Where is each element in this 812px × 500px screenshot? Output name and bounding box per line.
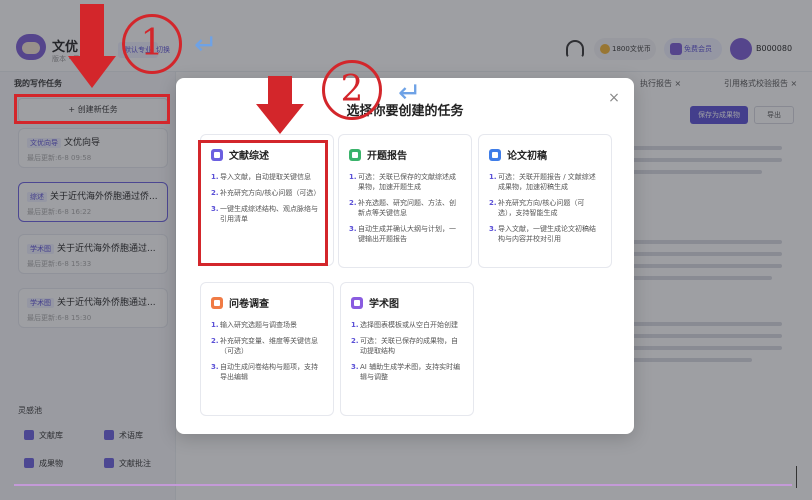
task-option-draft[interactable]: 论文初稿 1. 可选：关联开题报告 / 文献综述成果物，加速初稿生成 2. 补充研究… <box>478 134 612 268</box>
draft-icon <box>489 148 501 161</box>
close-icon[interactable]: × <box>604 88 624 108</box>
card-step: 选择图表模板或从空白开始创建 <box>360 321 458 329</box>
card-step: 补充研究方向/核心问题（可选），支持智能生成 <box>498 199 585 217</box>
card-title: 问卷调查 <box>229 299 269 310</box>
card-title: 论文初稿 <box>507 151 547 162</box>
card-step: 可选：关联已保存的成果物，自动提取结构 <box>360 337 458 355</box>
arrow-one-shaft <box>80 4 104 58</box>
card-title: 开题报告 <box>367 151 407 162</box>
arrow-two-shaft <box>268 76 292 106</box>
card-step: 自动生成并确认大纲与计划，一键输出开题报告 <box>358 225 456 243</box>
proposal-icon <box>349 148 361 161</box>
card-step: AI 辅助生成学术图，支持实时编辑与调整 <box>360 363 461 381</box>
step-one-marker: 1 <box>122 14 182 74</box>
return-arrow-icon: ↵ <box>194 28 218 61</box>
academic-chart-icon <box>351 296 363 309</box>
card-step: 补充选题、研究问题、方法、创新点等关键信息 <box>358 199 456 217</box>
task-option-proposal[interactable]: 开题报告 1. 可选：关联已保存的文献综述成果物，加速开题生成 2. 补充选题、研究… <box>338 134 472 268</box>
card-title: 学术图 <box>369 299 399 310</box>
card-step: 可选：关联开题报告 / 文献综述成果物，加速初稿生成 <box>498 173 596 191</box>
create-button-highlight <box>14 94 170 124</box>
return-arrow-icon: ↵ <box>398 76 422 109</box>
bottom-divider <box>14 484 792 486</box>
card-step: 输入研究选题与调查场景 <box>220 321 297 329</box>
literature-card-highlight <box>198 140 328 266</box>
survey-icon <box>211 296 223 309</box>
card-step: 可选：关联已保存的文献综述成果物，加速开题生成 <box>358 173 456 191</box>
task-option-survey[interactable]: 问卷调查 1. 输入研究选题与调查场景 2. 补充研究变量、维度等关键信息（可选） … <box>200 282 334 416</box>
arrow-down-icon <box>256 104 304 134</box>
step-two-marker: 2 <box>322 60 382 120</box>
card-step: 补充研究变量、维度等关键信息（可选） <box>220 337 318 355</box>
arrow-down-icon <box>68 56 116 88</box>
card-step: 导入文献，一键生成论文初稿结构与内容并校对引用 <box>498 225 596 243</box>
card-step: 自动生成问卷结构与题项，支持导出编辑 <box>220 363 318 381</box>
task-option-academic-chart[interactable]: 学术图 1. 选择图表模板或从空白开始创建 2. 可选：关联已保存的成果物，自动提取… <box>340 282 474 416</box>
text-cursor <box>796 466 797 488</box>
